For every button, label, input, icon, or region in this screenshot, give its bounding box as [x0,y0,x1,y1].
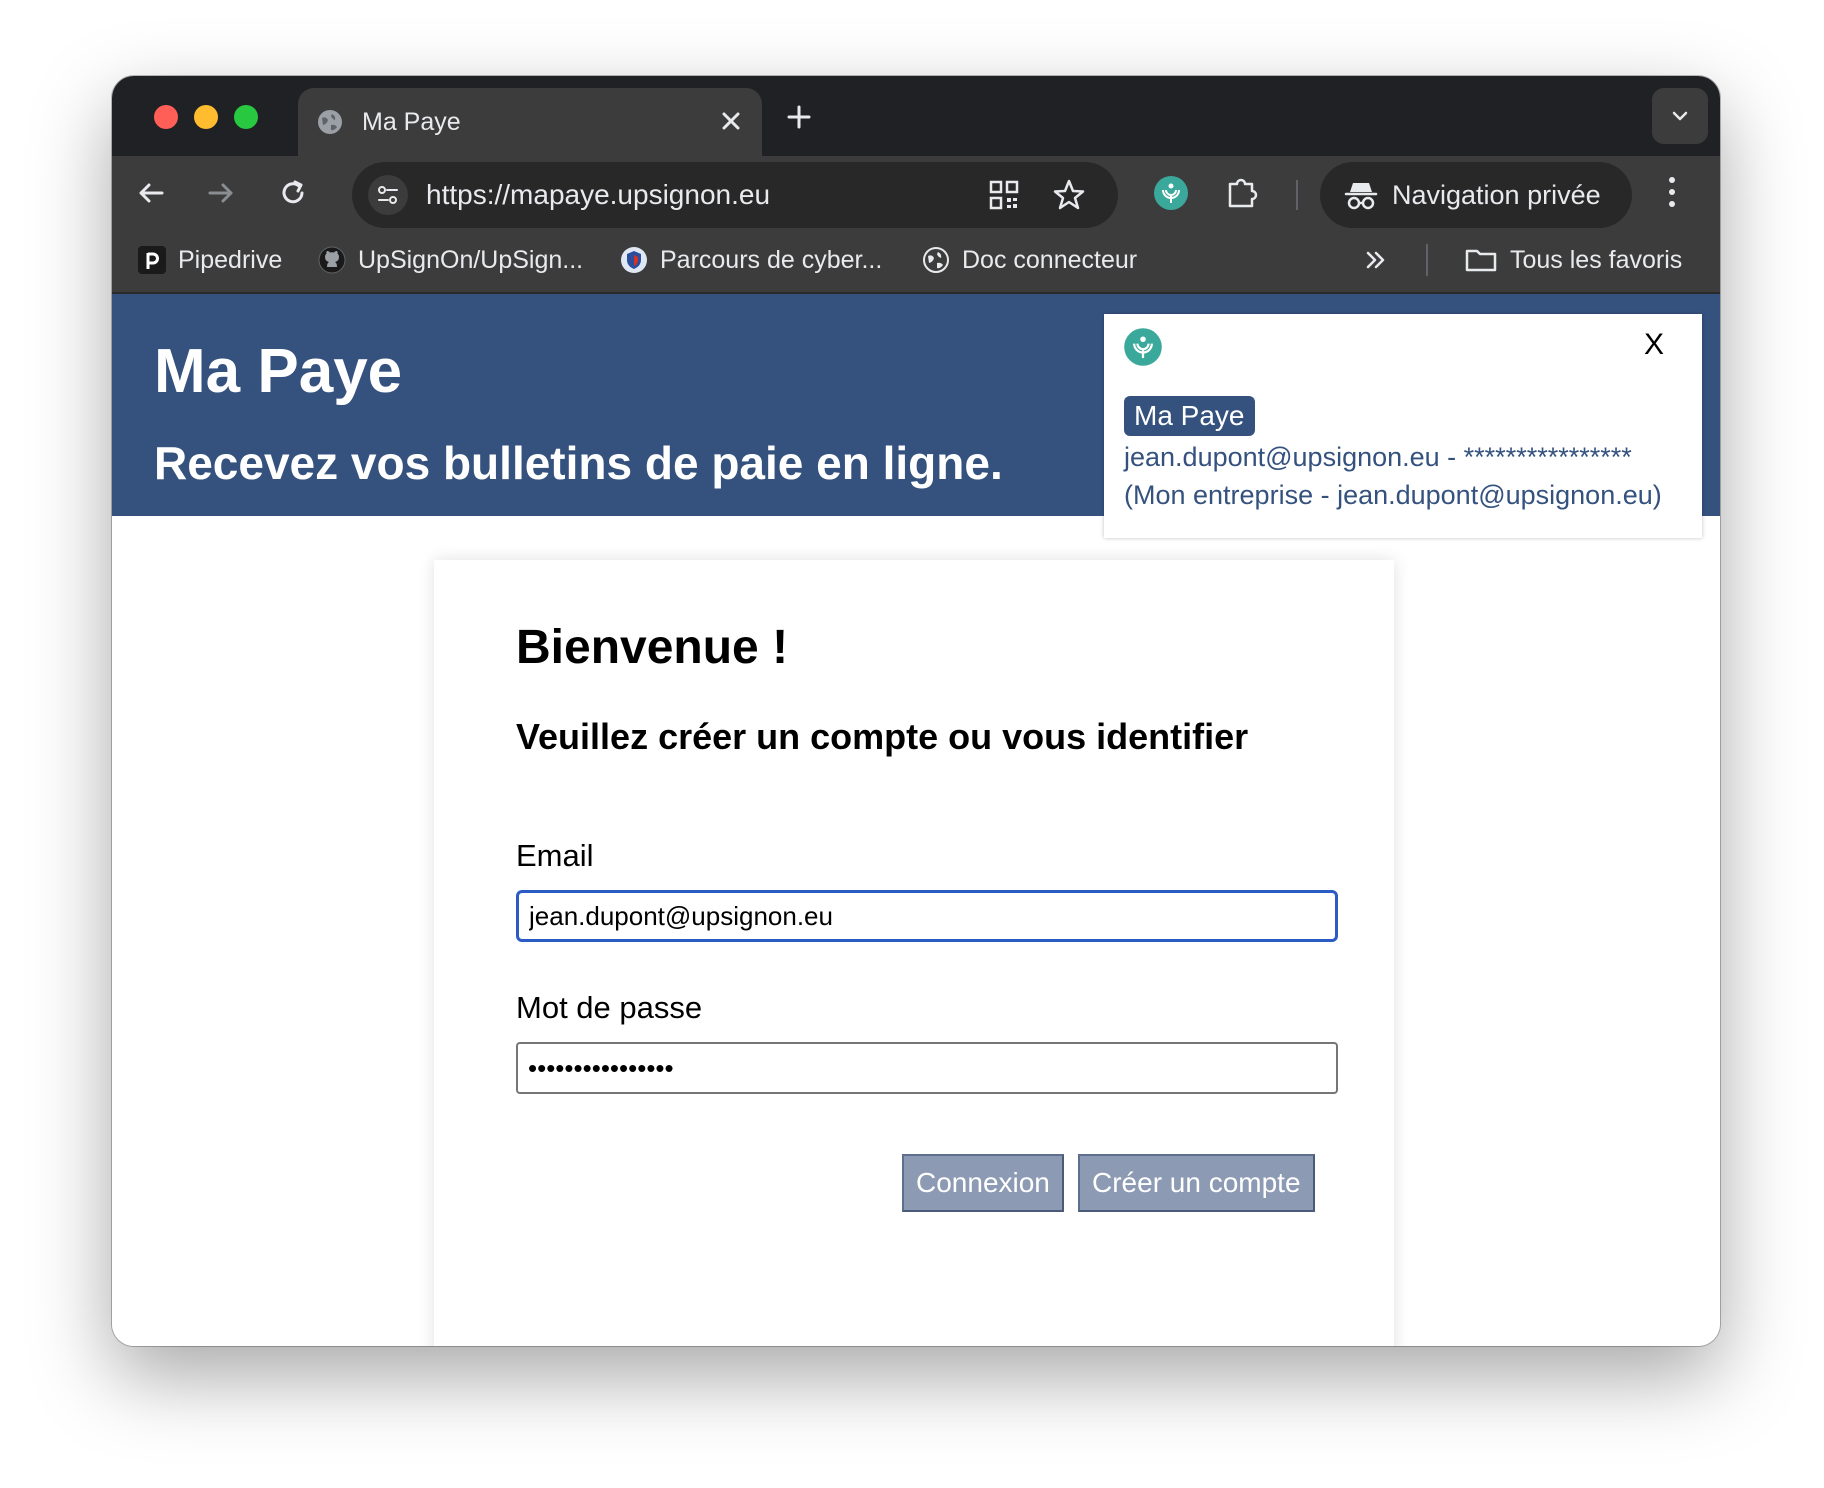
address-bar[interactable]: https://mapaye.upsignon.eu [352,162,1118,228]
incognito-indicator[interactable]: Navigation privée [1320,162,1632,228]
popup-close-button[interactable]: X [1644,328,1664,362]
bookmark-label: Pipedrive [178,245,283,274]
minimize-window-button[interactable] [194,105,218,129]
chevron-double-right-icon[interactable] [1362,246,1390,274]
tab-ma-paye[interactable]: Ma Paye [298,88,762,156]
tab-title: Ma Paye [362,108,461,136]
popup-login-line[interactable]: jean.dupont@upsignon.eu - **************… [1124,442,1632,473]
bookmark-star-icon[interactable] [1052,178,1086,212]
popup-detail-line[interactable]: (Mon entreprise - jean.dupont@upsignon.e… [1124,480,1662,511]
create-account-button[interactable]: Créer un compte [1078,1154,1315,1212]
shield-badge-icon [621,247,647,273]
incognito-icon [1344,183,1378,210]
email-field[interactable] [516,890,1338,942]
forward-icon[interactable] [204,176,238,210]
close-window-button[interactable] [154,105,178,129]
email-label: Email [516,838,594,873]
all-bookmarks-button[interactable]: Tous les favoris [1464,242,1682,278]
more-menu-icon[interactable] [1664,174,1680,210]
tab-strip: Ma Paye [112,76,1720,156]
maximize-window-button[interactable] [234,105,258,129]
reload-icon[interactable] [276,176,310,210]
url-text[interactable]: https://mapaye.upsignon.eu [426,179,770,211]
globe-icon [318,110,342,134]
browser-toolbar: https://mapaye.upsignon.eu Navigation pr… [112,156,1720,230]
incognito-label: Navigation privée [1392,180,1601,210]
browser-window: Ma Paye https://mapaye.upsignon.eu Navig… [112,76,1720,1346]
bookmark-upsignon-github[interactable]: UpSignOn/UpSign... [318,242,583,278]
extensions-puzzle-icon[interactable] [1224,174,1260,210]
bookmark-label: UpSignOn/UpSign... [358,245,584,274]
upsignon-extension-icon[interactable] [1152,174,1190,212]
site-tagline: Recevez vos bulletins de paie en ligne. [154,437,1003,489]
pipedrive-icon [138,246,166,274]
login-card: Bienvenue ! Veuillez créer un compte ou … [434,560,1394,1346]
bookmarks-bar: Pipedrive UpSignOn/UpSign... Parcours de… [112,230,1720,294]
tune-icon [378,186,398,204]
back-icon[interactable] [134,176,168,210]
bookmark-parcours-cyber[interactable]: Parcours de cyber... [620,242,882,278]
password-field[interactable] [516,1042,1338,1094]
qr-code-icon[interactable] [988,179,1020,211]
password-label: Mot de passe [516,990,703,1025]
login-button[interactable]: Connexion [902,1154,1064,1212]
login-heading: Bienvenue ! [516,621,789,674]
all-bookmarks-label: Tous les favoris [1510,245,1683,274]
popup-account-name[interactable]: Ma Paye [1124,396,1255,436]
page-content: Ma Paye Recevez vos bulletins de paie en… [112,294,1720,1346]
upsignon-autofill-popup: X Ma Paye jean.dupont@upsignon.eu - ****… [1104,314,1702,538]
new-tab-icon[interactable] [784,102,814,132]
folder-icon [1465,249,1497,272]
github-icon [318,246,346,274]
bookmark-pipedrive[interactable]: Pipedrive [138,242,282,278]
close-tab-icon[interactable] [716,106,746,136]
tab-search-button[interactable] [1652,88,1708,144]
site-title: Ma Paye [154,337,403,406]
bookmarks-separator [1426,244,1428,276]
site-settings-button[interactable] [368,175,408,215]
chevron-down-icon [1672,111,1688,121]
login-subheading: Veuillez créer un compte ou vous identif… [516,716,1249,757]
bookmark-label: Doc connecteur [962,245,1138,274]
globe-icon [923,247,949,273]
toolbar-separator [1296,180,1298,210]
upsignon-logo-icon [1124,328,1162,366]
bookmark-doc-connecteur[interactable]: Doc connecteur [922,242,1137,278]
bookmark-label: Parcours de cyber... [660,245,883,274]
